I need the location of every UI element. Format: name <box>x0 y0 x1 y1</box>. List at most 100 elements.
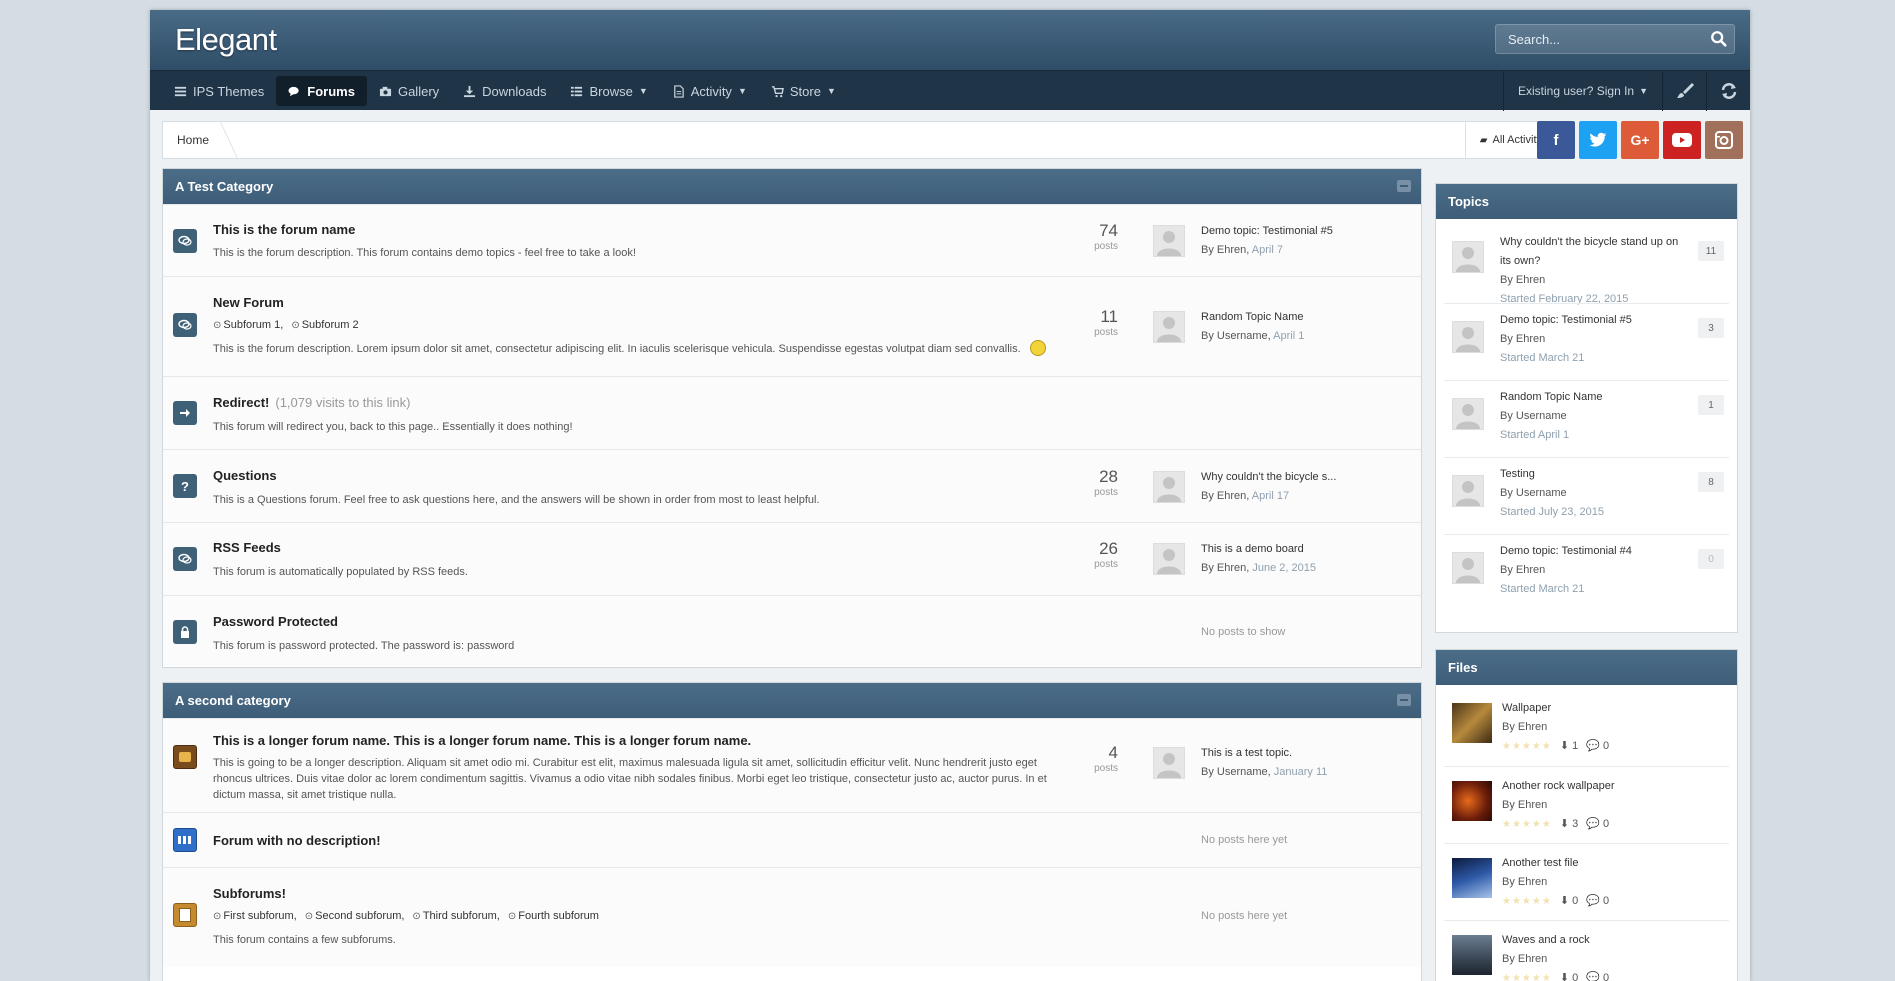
subforum-link[interactable]: First subforum, <box>213 910 296 922</box>
file-thumbnail[interactable] <box>1452 858 1492 898</box>
topic-title[interactable]: Demo topic: Testimonial #5 <box>1500 311 1690 330</box>
post-count: 28 posts <box>1094 467 1118 498</box>
breadcrumb-home[interactable]: Home <box>163 122 231 158</box>
avatar[interactable] <box>1153 225 1185 257</box>
forum-title[interactable]: Subforums! <box>213 886 286 901</box>
redirect-count: (1,079 visits to this link) <box>275 395 411 410</box>
last-post: Random Topic Name By Username, April 1 <box>1201 308 1304 346</box>
collapse-toggle-icon[interactable] <box>1397 694 1411 706</box>
last-post-title[interactable]: Why couldn't the bicycle s... <box>1201 468 1336 487</box>
topic-title[interactable]: Why couldn't the bicycle stand up on its… <box>1500 233 1690 271</box>
widget-title: Files <box>1436 650 1737 685</box>
subforum-link[interactable]: Subforum 1, <box>213 319 283 331</box>
forum-description: This is the forum description. Lorem ips… <box>213 340 1053 357</box>
youtube-button[interactable] <box>1663 121 1701 159</box>
topic-author[interactable]: By Ehren <box>1500 271 1690 290</box>
avatar[interactable] <box>1153 543 1185 575</box>
avatar[interactable] <box>1452 241 1484 273</box>
last-post-author[interactable]: By Ehren, <box>1201 244 1249 256</box>
forum-title[interactable]: Forum with no description! <box>213 833 381 848</box>
avatar[interactable] <box>1452 475 1484 507</box>
nav-item-gallery[interactable]: Gallery <box>367 76 451 106</box>
search-box[interactable] <box>1495 24 1735 54</box>
caret-down-icon: ▼ <box>638 86 648 96</box>
forum-title[interactable]: This is the forum name <box>213 222 355 237</box>
topic-author[interactable]: By Username <box>1500 407 1690 426</box>
nav-item-activity[interactable]: Activity ▼ <box>660 76 759 106</box>
file-thumbnail[interactable] <box>1452 703 1492 743</box>
last-post-title[interactable]: Demo topic: Testimonial #5 <box>1201 222 1333 241</box>
nav-item-store[interactable]: Store ▼ <box>759 76 848 106</box>
google-plus-button[interactable]: G+ <box>1621 121 1659 159</box>
theme-button[interactable] <box>1662 71 1706 111</box>
topic-title[interactable]: Demo topic: Testimonial #4 <box>1500 542 1690 561</box>
file-title[interactable]: Wallpaper <box>1502 699 1609 718</box>
last-post-author[interactable]: By Username, <box>1201 330 1271 342</box>
avatar[interactable] <box>1452 398 1484 430</box>
collapse-toggle-icon[interactable] <box>1397 180 1411 192</box>
last-post-author[interactable]: By Ehren, <box>1201 562 1249 574</box>
file-author[interactable]: By Ehren <box>1502 718 1609 737</box>
forum-title[interactable]: This is a longer forum name. This is a l… <box>213 733 751 748</box>
last-post-title[interactable]: This is a test topic. <box>1201 744 1327 763</box>
file-title[interactable]: Another test file <box>1502 854 1609 873</box>
file-author[interactable]: By Ehren <box>1502 796 1615 815</box>
subforum-link[interactable]: Subforum 2 <box>291 319 359 331</box>
topic-title[interactable]: Random Topic Name <box>1500 388 1690 407</box>
file-thumbnail[interactable] <box>1452 935 1492 975</box>
file-title[interactable]: Waves and a rock <box>1502 931 1609 950</box>
category-title[interactable]: A Test Category <box>175 179 273 194</box>
last-post-title[interactable]: This is a demo board <box>1201 540 1316 559</box>
file-author[interactable]: By Ehren <box>1502 950 1609 969</box>
file-author[interactable]: By Ehren <box>1502 873 1609 892</box>
avatar[interactable] <box>1452 321 1484 353</box>
forum-description: This is the forum description. This foru… <box>213 247 636 259</box>
last-post-date: June 2, 2015 <box>1252 562 1316 574</box>
forum-title[interactable]: Redirect! (1,079 visits to this link) <box>213 395 410 410</box>
category-block: A Test Category This is the forum name T… <box>162 168 1422 668</box>
topic-title[interactable]: Testing <box>1500 465 1690 484</box>
instagram-button[interactable] <box>1705 121 1743 159</box>
avatar[interactable] <box>1153 471 1185 503</box>
instagram-icon <box>1715 131 1733 149</box>
forum-title[interactable]: Questions <box>213 468 277 483</box>
subforum-link[interactable]: Third subforum, <box>412 910 500 922</box>
file-text: Another test file By Ehren ★★★★★ ⬇ 0 💬 0 <box>1502 854 1609 911</box>
camera-icon <box>379 86 392 96</box>
search-icon[interactable] <box>1710 30 1728 48</box>
topic-author[interactable]: By Ehren <box>1500 330 1690 349</box>
file-item: Another test file By Ehren ★★★★★ ⬇ 0 💬 0 <box>1444 843 1729 920</box>
nav-item-ips-themes[interactable]: IPS Themes <box>162 76 276 106</box>
refresh-button[interactable] <box>1706 71 1750 111</box>
search-input[interactable] <box>1496 25 1696 53</box>
subforum-link[interactable]: Fourth subforum <box>508 910 599 922</box>
category-title[interactable]: A second category <box>175 693 291 708</box>
nav-item-browse[interactable]: Browse ▼ <box>558 76 659 106</box>
file-title[interactable]: Another rock wallpaper <box>1502 777 1615 796</box>
nav-item-downloads[interactable]: Downloads <box>451 76 558 106</box>
caret-down-icon: ▼ <box>737 86 747 96</box>
comment-count: 💬 0 <box>1586 972 1609 981</box>
forum-title[interactable]: New Forum <box>213 295 284 310</box>
avatar[interactable] <box>1153 311 1185 343</box>
forum-title[interactable]: Password Protected <box>213 614 338 629</box>
last-post-author[interactable]: By Ehren, <box>1201 490 1249 502</box>
nav-item-forums[interactable]: Forums <box>276 76 367 106</box>
all-activity-label: All Activity <box>1492 134 1542 146</box>
no-posts-text: No posts to show <box>1201 626 1286 638</box>
reply-count-badge: 3 <box>1698 318 1724 338</box>
avatar[interactable] <box>1153 747 1185 779</box>
forum-title[interactable]: RSS Feeds <box>213 540 281 555</box>
topic-author[interactable]: By Username <box>1500 484 1690 503</box>
file-thumbnail[interactable] <box>1452 781 1492 821</box>
last-post-author[interactable]: By Username, <box>1201 766 1271 778</box>
last-post-title[interactable]: Random Topic Name <box>1201 308 1304 327</box>
download-icon: ⬇ <box>1559 972 1570 981</box>
avatar[interactable] <box>1452 552 1484 584</box>
site-logo[interactable]: Elegant <box>175 22 277 58</box>
sign-in-link[interactable]: Existing user? Sign In ▼ <box>1503 71 1662 111</box>
twitter-button[interactable] <box>1579 121 1617 159</box>
topic-author[interactable]: By Ehren <box>1500 561 1690 580</box>
facebook-button[interactable]: f <box>1537 121 1575 159</box>
subforum-link[interactable]: Second subforum, <box>305 910 404 922</box>
